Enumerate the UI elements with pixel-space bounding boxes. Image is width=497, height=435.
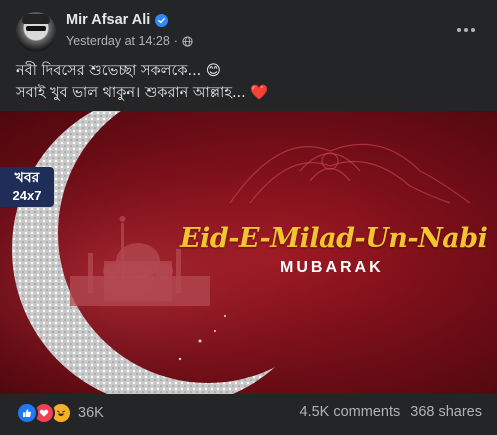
banner-title: Eid-E-Milad-Un-Nabi <box>180 223 488 254</box>
post-text: নবী দিবসের শুভেচ্ছা সকলকে... 😊 সবাই খুব … <box>16 60 476 104</box>
verified-badge-icon <box>155 13 169 27</box>
banner-subtitle: MUBARAK <box>280 259 384 276</box>
avatar-sunglasses <box>26 26 46 31</box>
facebook-post: Mir Afsar Ali Yesterday at 14:28 · নবী দ… <box>0 0 497 435</box>
post-footer: 36K 4.5K comments 368 shares <box>16 398 482 426</box>
reactions-summary[interactable]: 36K <box>16 402 104 424</box>
news-watermark: খবর 24x7 <box>0 167 54 207</box>
meta-separator: · <box>173 34 178 48</box>
avatar-hair <box>22 14 50 24</box>
more-options-icon[interactable] <box>450 16 482 44</box>
post-meta: Yesterday at 14:28 · <box>66 34 193 48</box>
comments-count-link[interactable]: 4.5K comments <box>300 404 401 420</box>
reaction-count: 36K <box>78 405 104 421</box>
shares-count-link[interactable]: 368 shares <box>410 404 482 420</box>
post-text-line-1: নবী দিবসের শুভেচ্ছা সকলকে... 😊 <box>16 63 222 79</box>
like-reaction-icon <box>16 402 38 424</box>
post-timestamp[interactable]: Yesterday at 14:28 <box>66 34 170 48</box>
post-text-line-2: সবাই খুব ভাল থাকুন। শুকরান আল্লাহ... ❤️ <box>16 85 269 101</box>
watermark-line-1: খবর <box>14 170 40 186</box>
post-header: Mir Afsar Ali Yesterday at 14:28 · <box>16 10 482 54</box>
author-avatar[interactable] <box>16 12 56 52</box>
globe-icon[interactable] <box>182 35 193 47</box>
watermark-line-2: 24x7 <box>12 188 42 203</box>
author-line: Mir Afsar Ali <box>66 12 169 28</box>
author-name[interactable]: Mir Afsar Ali <box>66 12 150 28</box>
engagement-stats: 4.5K comments 368 shares <box>300 404 483 420</box>
post-image[interactable]: খবর 24x7 Eid-E-Milad-Un-Nabi MUBARAK <box>0 111 497 394</box>
